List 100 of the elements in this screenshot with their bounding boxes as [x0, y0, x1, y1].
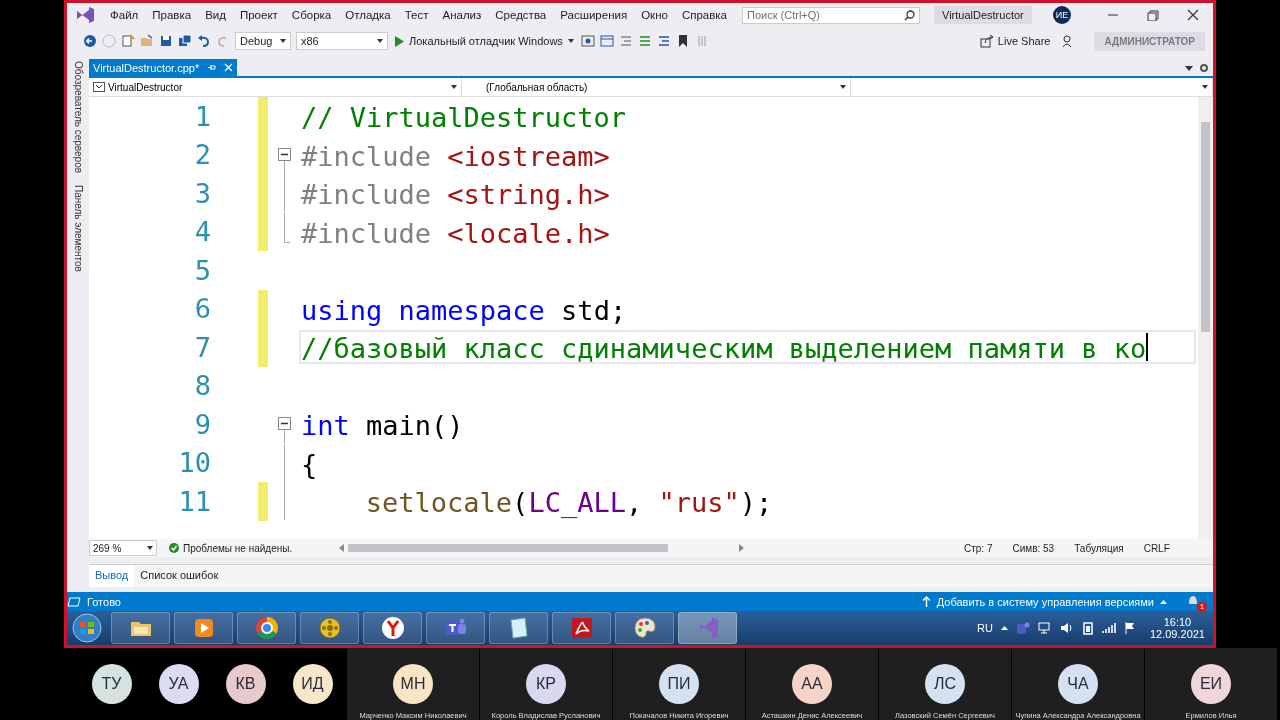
- line-number: 11: [177, 485, 211, 517]
- menu-item[interactable]: Тест: [397, 9, 436, 21]
- taskbar-button[interactable]: [300, 612, 359, 644]
- menu-item[interactable]: Анализ: [435, 9, 489, 21]
- network-icon[interactable]: [1037, 621, 1052, 635]
- taskbar-button[interactable]: [111, 612, 170, 644]
- code-token: (: [512, 486, 529, 517]
- browser-icon: [379, 615, 406, 641]
- line-number: 5: [193, 254, 211, 286]
- up-arrow-icon: [921, 596, 931, 607]
- code-token: #include: [301, 178, 433, 209]
- menu-item[interactable]: Справка: [674, 9, 734, 21]
- scroll-thumb[interactable]: [348, 544, 668, 552]
- project-dropdown[interactable]: VirtualDestructor: [89, 78, 462, 96]
- line-ending[interactable]: CRLF: [1143, 542, 1170, 554]
- platform-dropdown[interactable]: x86: [296, 32, 388, 50]
- participant-avatar: ЛС: [925, 664, 965, 704]
- indent-mode[interactable]: Табуляция: [1074, 542, 1124, 554]
- zoom-dropdown[interactable]: 269 %: [89, 540, 157, 556]
- code-token: using: [301, 293, 384, 324]
- menu-item[interactable]: Сборка: [284, 9, 339, 21]
- clock[interactable]: 16:10 12.09.2021: [1149, 616, 1205, 640]
- signal-icon[interactable]: [1101, 622, 1116, 634]
- scroll-right-icon[interactable]: [739, 544, 744, 552]
- notification-button[interactable]: 1: [1187, 593, 1205, 610]
- participant-avatar: КВ: [225, 664, 266, 704]
- taskbar-button[interactable]: [237, 612, 296, 644]
- menu-item[interactable]: Проект: [232, 9, 285, 21]
- menu-item[interactable]: Файл: [103, 9, 146, 21]
- scroll-thumb[interactable]: [1201, 122, 1210, 332]
- panel-tab[interactable]: Вывод: [89, 565, 135, 587]
- caret-icon: [840, 85, 846, 89]
- class-icon: [93, 82, 105, 92]
- back-icon[interactable]: [83, 34, 97, 48]
- menu-item[interactable]: Вид: [198, 9, 233, 21]
- caret-icon: [280, 39, 286, 43]
- window-icon: [67, 596, 81, 607]
- caret-icon: [451, 85, 457, 89]
- scroll-left-icon[interactable]: [339, 544, 344, 552]
- find-icon[interactable]: [580, 34, 595, 48]
- vertical-scrollbar[interactable]: [1198, 97, 1213, 539]
- side-tab[interactable]: Обозреватель серверов: [72, 61, 84, 174]
- caret-icon[interactable]: [1185, 65, 1193, 71]
- user-avatar[interactable]: ИЕ: [1053, 6, 1071, 24]
- collapse-icon[interactable]: [278, 147, 291, 174]
- uncomment-lines-icon[interactable]: [656, 34, 671, 48]
- status-text: Готово: [87, 595, 121, 608]
- share-icon: [979, 34, 994, 48]
- participant-avatar: ЧА: [1058, 664, 1098, 704]
- flag-icon[interactable]: [1123, 621, 1136, 635]
- comment-lines-icon[interactable]: [637, 34, 652, 48]
- source-control-button[interactable]: Добавить в систему управления версиями: [921, 595, 1167, 608]
- settings-icon[interactable]: [1199, 63, 1209, 73]
- line-number: 9: [193, 408, 211, 440]
- save-all-icon[interactable]: [178, 34, 192, 48]
- new-file-icon[interactable]: [121, 34, 135, 48]
- chat-app-icon[interactable]: [1015, 621, 1030, 635]
- live-share-button[interactable]: Live Share: [973, 33, 1057, 49]
- menu-item[interactable]: Расширения: [553, 9, 635, 21]
- taskbar-button[interactable]: [552, 612, 611, 644]
- cursor-column: Симв: 53: [1012, 542, 1055, 554]
- menu-item[interactable]: Правка: [145, 9, 199, 21]
- taskbar-button[interactable]: [174, 612, 233, 644]
- run-button[interactable]: Локальный отладчик Windows: [393, 35, 576, 47]
- code-token: <iostream>: [447, 139, 610, 170]
- language-indicator[interactable]: RU: [977, 622, 993, 634]
- taskbar-button[interactable]: [615, 612, 674, 644]
- panel-tab[interactable]: Список ошибок: [134, 565, 225, 587]
- caret-icon[interactable]: [1000, 626, 1008, 630]
- film-reel-icon: [316, 615, 343, 641]
- scope-dropdown[interactable]: (Глобальная область): [462, 78, 851, 96]
- taskbar-button[interactable]: [363, 612, 422, 644]
- open-folder-icon[interactable]: [140, 34, 154, 48]
- undo-icon[interactable]: [197, 34, 211, 48]
- line-number: 1: [193, 100, 211, 132]
- search-field[interactable]: Поиск (Ctrl+Q): [742, 6, 920, 24]
- notification-count: 1: [1197, 601, 1207, 612]
- document-tab[interactable]: VirtualDestructor.cpp*: [89, 59, 238, 76]
- caret-icon: [567, 39, 574, 43]
- participant-avatar: МН: [393, 664, 433, 704]
- menu-item[interactable]: Средства: [488, 9, 554, 21]
- line-number: 3: [193, 177, 211, 209]
- window-icon[interactable]: [599, 34, 614, 48]
- volume-icon[interactable]: [1059, 621, 1074, 635]
- caret-icon: [1202, 85, 1208, 89]
- participant-avatar: ИД: [292, 664, 333, 704]
- side-tab[interactable]: Панель элементов: [72, 185, 84, 272]
- line-number: 2: [193, 139, 211, 171]
- collapse-icon[interactable]: [278, 417, 291, 443]
- caret-icon: [377, 39, 383, 43]
- menu-item[interactable]: Отладка: [338, 9, 398, 21]
- participant-avatar: УА: [158, 664, 199, 704]
- menu-item[interactable]: Окно: [634, 9, 675, 21]
- taskbar-button[interactable]: [489, 612, 548, 644]
- save-icon[interactable]: [159, 34, 173, 48]
- pin-icon[interactable]: [207, 63, 217, 72]
- close-icon[interactable]: [1185, 9, 1201, 21]
- restore-icon[interactable]: [1145, 9, 1161, 21]
- configuration-dropdown[interactable]: Debug: [235, 32, 291, 50]
- battery-icon[interactable]: [1081, 621, 1094, 635]
